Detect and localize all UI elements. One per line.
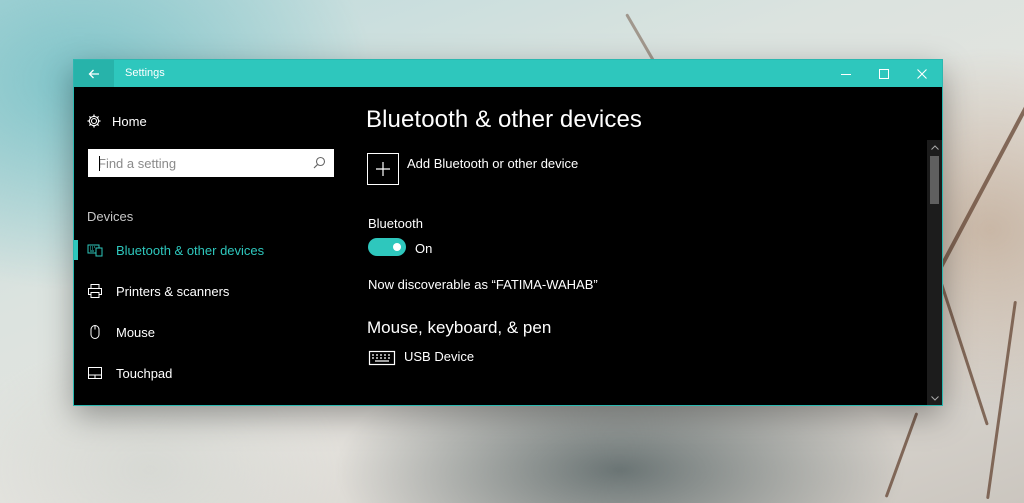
home-nav-item[interactable]: Home [86,111,147,131]
text-caret [99,156,100,171]
search-icon[interactable] [313,156,326,169]
search-input[interactable] [90,151,313,175]
device-usb[interactable]: USB Device [368,348,474,368]
printer-icon [87,283,103,299]
minimize-icon [841,73,851,75]
sidebar-item-bluetooth[interactable]: Bluetooth & other devices [74,238,364,262]
maximize-button[interactable] [864,60,904,87]
bluetooth-state-label: On [415,241,433,256]
minimize-button[interactable] [826,60,866,87]
mouse-icon [87,324,103,340]
toggle-knob [393,243,401,251]
discoverable-status: Now discoverable as “FATIMA-WAHAB” [368,277,598,292]
plus-icon [367,153,399,185]
bluetooth-devices-icon [87,242,103,258]
sidebar-item-mouse[interactable]: Mouse [74,320,364,344]
add-device-button[interactable]: Add Bluetooth or other device [367,153,578,185]
sidebar: Home Devices Bluetooth & other devices [74,87,364,405]
vertical-scrollbar[interactable] [927,140,942,405]
close-button[interactable] [902,60,942,87]
sidebar-item-label: Touchpad [116,365,173,381]
scrollbar-thumb[interactable] [930,156,939,204]
bluetooth-toggle[interactable] [368,238,406,256]
bluetooth-header: Bluetooth [368,216,423,231]
touchpad-icon [87,365,103,381]
background-stem [625,13,658,67]
add-device-label: Add Bluetooth or other device [407,156,579,171]
device-name: USB Device [404,349,475,364]
scroll-down-button[interactable] [927,391,942,405]
sidebar-item-touchpad[interactable]: Touchpad [74,361,364,385]
chevron-down-icon [930,395,939,401]
sidebar-item-label: Printers & scanners [116,283,230,299]
close-icon [917,68,927,79]
keyboard-icon [368,350,396,366]
settings-window: Settings Home Devices [74,60,942,405]
section-header-devices: Devices [87,209,134,224]
window-title: Settings [125,67,165,79]
section-header-mouse-keyboard-pen: Mouse, keyboard, & pen [367,318,552,337]
background-stem [986,300,1017,500]
page-title: Bluetooth & other devices [366,106,643,133]
maximize-icon [879,68,889,79]
gear-icon [87,114,101,128]
sidebar-item-label: Mouse [116,324,156,340]
home-label: Home [112,113,147,129]
chevron-up-icon [930,144,939,150]
sidebar-item-label: Bluetooth & other devices [116,242,265,258]
arrow-left-icon [88,69,99,78]
back-button[interactable] [74,60,114,87]
main-content: Bluetooth & other devices Add Bluetooth … [366,87,926,405]
background-stem [884,412,919,498]
search-box[interactable] [88,149,334,177]
scroll-up-button[interactable] [927,140,942,154]
title-bar: Settings [74,60,942,87]
sidebar-item-printers[interactable]: Printers & scanners [74,279,364,303]
